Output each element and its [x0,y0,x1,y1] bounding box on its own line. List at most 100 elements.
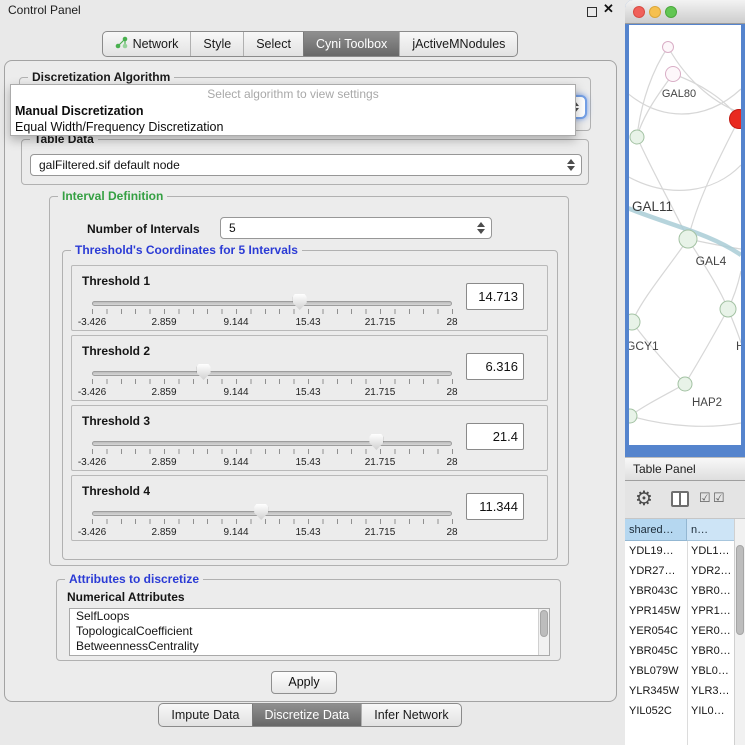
network-node-gcy1[interactable] [629,314,640,330]
network-window-titlebar [625,0,745,24]
cell[interactable]: YBR043C [625,581,687,601]
tab-infer-network[interactable]: Infer Network [361,704,460,726]
network-edge[interactable] [685,309,728,384]
threshold-value-field[interactable]: 11.344 [466,493,524,520]
network-node-gal80[interactable] [666,67,681,82]
tab-style[interactable]: Style [190,32,243,56]
network-edge[interactable] [632,239,688,322]
threshold-value-field[interactable]: 21.4 [466,423,524,450]
list-item[interactable]: SelfLoops [70,609,549,624]
threshold-value-field[interactable]: 14.713 [466,283,524,310]
network-canvas[interactable]: GAL80 GAL11 GAL4 GCY1 HAP2 H [629,25,741,445]
table-data-combobox[interactable]: galFiltered.sif default node [30,154,582,176]
group-title: Attributes to discretize [65,572,203,586]
network-edge[interactable] [668,47,741,113]
network-edge[interactable] [630,416,741,426]
network-node-gal11[interactable] [630,130,644,144]
scale-label: 2.859 [151,527,176,538]
threshold-panel-3: Threshold 3 -3.426 2.859 9.144 15.43 21.… [71,405,548,471]
close-traffic-light[interactable] [633,6,645,18]
tab-label: jActiveMNodules [412,37,505,51]
network-edge[interactable] [632,322,685,384]
slider-handle[interactable] [369,434,383,450]
network-node-gal4[interactable] [679,230,697,248]
checkbox-icon[interactable]: ☑ [713,490,725,506]
cell[interactable]: YIL0… [687,701,731,721]
scrollbar-thumb[interactable] [540,610,548,637]
cell[interactable]: YBR0… [687,641,731,661]
cell[interactable]: YDL1… [687,541,731,561]
table-scrollbar[interactable] [734,519,745,745]
apply-button[interactable]: Apply [271,671,337,694]
table-row: YBR045CYBR0… [625,641,745,661]
slider-ticks [92,379,453,384]
slider-track[interactable] [92,511,452,516]
tab-network[interactable]: Network [103,32,191,56]
network-node-selected[interactable] [730,110,742,129]
tab-select[interactable]: Select [243,32,303,56]
threshold-slider: -3.426 2.859 9.144 15.43 21.715 28 [72,294,472,332]
slider-track[interactable] [92,371,452,376]
network-node-label-clipped: H [736,339,741,353]
network-edge[interactable] [630,384,685,416]
cell[interactable]: YBR045C [625,641,687,661]
minimize-traffic-light[interactable] [649,6,661,18]
tab-impute-data[interactable]: Impute Data [159,704,251,726]
cell[interactable]: YPR1… [687,601,731,621]
column-header-name[interactable]: n… [687,519,735,541]
columns-icon[interactable] [671,491,689,507]
tab-discretize-data[interactable]: Discretize Data [252,704,362,726]
combo-stepper-icon [477,222,485,234]
slider-track[interactable] [92,301,452,306]
network-edge[interactable] [688,119,739,239]
list-item[interactable]: TopologicalCoefficient [70,624,549,639]
zoom-traffic-light[interactable] [665,6,677,18]
slider-ticks [92,309,453,314]
cell[interactable]: YDR2… [687,561,731,581]
network-edge[interactable] [688,239,728,309]
scale-label: 2.859 [151,317,176,328]
cell[interactable]: YBL0… [687,661,731,681]
network-node[interactable] [663,42,674,53]
num-intervals-combobox[interactable]: 5 [220,217,492,239]
threshold-value-field[interactable]: 6.316 [466,353,524,380]
dropdown-option-equal-width-frequency[interactable]: Equal Width/Frequency Discretization [11,119,575,135]
scale-label: 21.715 [365,457,396,468]
network-edge[interactable] [629,165,741,190]
cell[interactable]: YER0… [687,621,731,641]
network-node-label: GCY1 [629,339,659,353]
cell[interactable]: YLR3… [687,681,731,701]
list-item[interactable]: BetweennessCentrality [70,639,549,654]
cell[interactable]: YLR345W [625,681,687,701]
slider-handle[interactable] [254,504,268,520]
checkbox-icon[interactable]: ☑ [699,490,711,506]
cell[interactable]: YBL079W [625,661,687,681]
list-scrollbar[interactable] [538,609,549,655]
cell[interactable]: YBR0… [687,581,731,601]
dropdown-placeholder: Select algorithm to view settings [11,85,575,103]
gear-icon[interactable]: ⚙ [635,485,653,513]
network-node[interactable] [629,409,637,423]
network-edge[interactable] [637,137,688,239]
slider-handle[interactable] [293,294,307,310]
table-row: YBR043CYBR0… [625,581,745,601]
cell[interactable]: YPR145W [625,601,687,621]
table-row: YDR27…YDR2… [625,561,745,581]
cell[interactable]: YDL19… [625,541,687,561]
close-icon[interactable]: ✕ [603,1,614,17]
slider-handle[interactable] [197,364,211,380]
slider-track[interactable] [92,441,452,446]
column-header-shared-name[interactable]: shared… [625,519,687,541]
cell[interactable]: YDR27… [625,561,687,581]
scrollbar-thumb[interactable] [736,545,744,635]
tab-jactivemnodules[interactable]: jActiveMNodules [399,32,517,56]
tab-cyni-toolbox[interactable]: Cyni Toolbox [303,32,399,56]
network-node-hap2[interactable] [678,377,692,391]
cell[interactable]: YER054C [625,621,687,641]
dropdown-option-manual-discretization[interactable]: Manual Discretization [11,103,575,119]
network-node[interactable] [720,301,736,317]
cell[interactable]: YIL052C [625,701,687,721]
table-row: YIL052CYIL0… [625,701,745,721]
network-node-label: GAL11 [632,199,673,214]
float-window-icon[interactable] [587,7,597,17]
